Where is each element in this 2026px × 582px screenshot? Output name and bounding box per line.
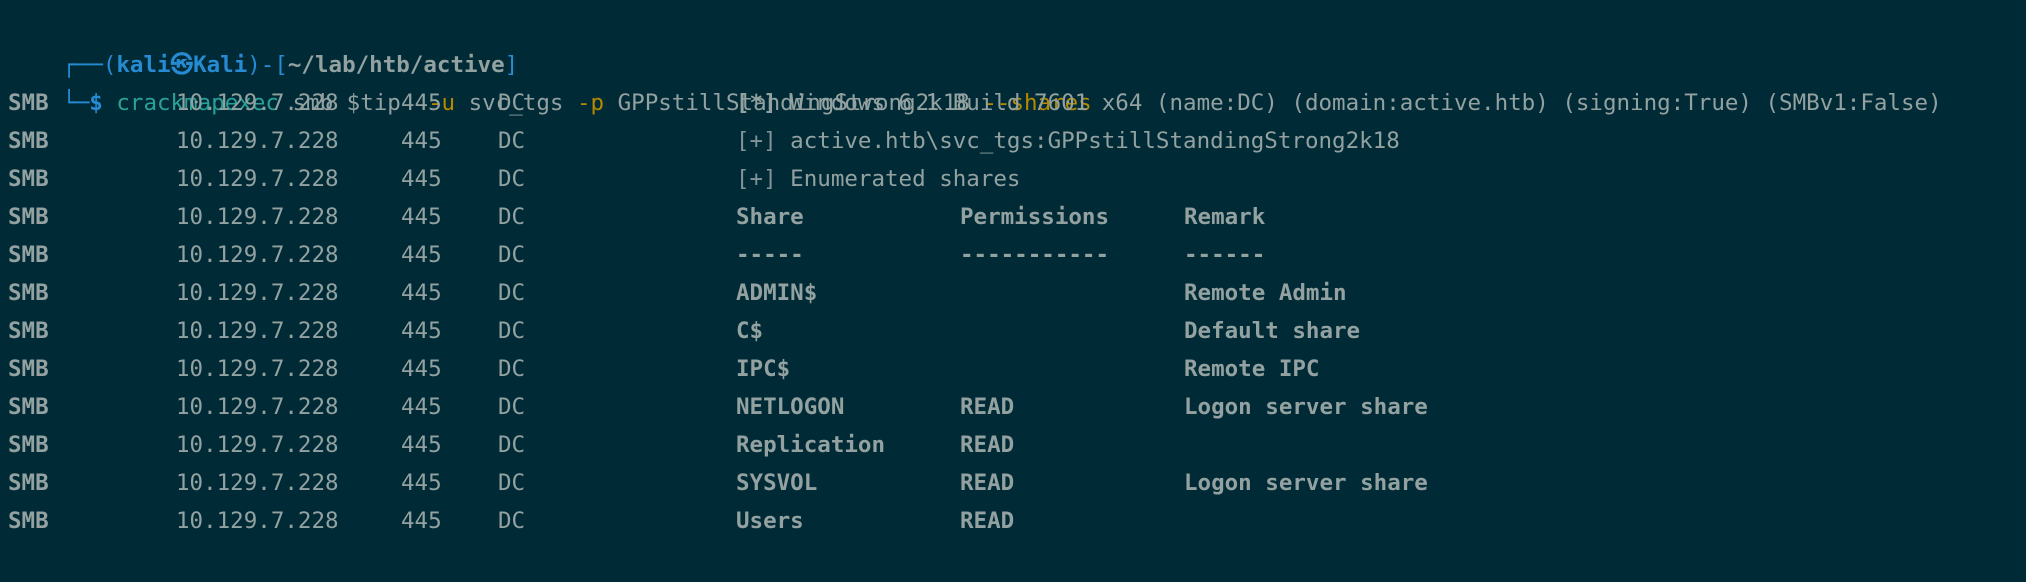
port: 445 — [401, 318, 442, 344]
protocol-label: SMB — [8, 128, 49, 154]
ip-address: 10.129.7.228 — [176, 166, 339, 192]
hostname: DC — [498, 394, 526, 420]
hostname: DC — [498, 280, 526, 306]
port: 445 — [401, 90, 442, 116]
share-table-header-row: SMB 10.129.7.228 445 DC Share Permission… — [8, 198, 2018, 236]
hostname: DC — [498, 166, 526, 192]
protocol-label: SMB — [8, 508, 49, 534]
command-line[interactable]: └─$ crackmapexec smb $tip -u svc_tgs -p … — [8, 46, 1092, 116]
share-remark: Logon server share — [1184, 470, 1428, 496]
share-permissions: READ — [960, 394, 1015, 420]
port: 445 — [401, 204, 442, 230]
share-name: NETLOGON — [736, 394, 845, 420]
divider-remark: ------ — [1184, 242, 1266, 268]
share-row: SMB 10.129.7.228 445 DC NETLOGON READ Lo… — [8, 388, 2018, 426]
protocol-label: SMB — [8, 394, 49, 420]
share-remark: Default share — [1184, 318, 1361, 344]
message: [+] active.htb\svc_tgs:GPPstillStandingS… — [736, 122, 1400, 160]
share-table-divider-row: SMB 10.129.7.228 445 DC ----- ----------… — [8, 236, 2018, 274]
share-permissions: READ — [960, 432, 1015, 458]
share-name: SYSVOL — [736, 470, 818, 496]
hostname: DC — [498, 432, 526, 458]
ip-address: 10.129.7.228 — [176, 90, 339, 116]
hostname: DC — [498, 204, 526, 230]
share-name: Replication — [736, 432, 886, 458]
terminal-window[interactable]: ┌──(kali㉿Kali)-[~/lab/htb/active] └─$ cr… — [0, 0, 2026, 582]
ip-address: 10.129.7.228 — [176, 204, 339, 230]
hostname: DC — [498, 242, 526, 268]
ip-address: 10.129.7.228 — [176, 242, 339, 268]
share-name: Users — [736, 508, 804, 534]
protocol-label: SMB — [8, 470, 49, 496]
divider-share: ----- — [736, 242, 804, 268]
ip-address: 10.129.7.228 — [176, 432, 339, 458]
share-remark: Remote IPC — [1184, 356, 1320, 382]
divider-permissions: ----------- — [960, 242, 1110, 268]
hostname: DC — [498, 508, 526, 534]
output-row: SMB 10.129.7.228 445 DC [+] active.htb\s… — [8, 122, 2018, 160]
ip-address: 10.129.7.228 — [176, 470, 339, 496]
share-row: SMB 10.129.7.228 445 DC ADMIN$ Remote Ad… — [8, 274, 2018, 312]
protocol-label: SMB — [8, 166, 49, 192]
protocol-label: SMB — [8, 90, 49, 116]
share-row: SMB 10.129.7.228 445 DC Users READ — [8, 502, 2018, 540]
share-permissions: READ — [960, 508, 1015, 534]
port: 445 — [401, 356, 442, 382]
port: 445 — [401, 508, 442, 534]
ip-address: 10.129.7.228 — [176, 394, 339, 420]
share-row: SMB 10.129.7.228 445 DC Replication READ — [8, 426, 2018, 464]
hostname: DC — [498, 356, 526, 382]
output-row: SMB 10.129.7.228 445 DC [*] Windows 6.1 … — [8, 84, 2018, 122]
protocol-label: SMB — [8, 432, 49, 458]
share-remark: Logon server share — [1184, 394, 1428, 420]
share-name: ADMIN$ — [736, 280, 818, 306]
ip-address: 10.129.7.228 — [176, 128, 339, 154]
port: 445 — [401, 128, 442, 154]
column-header-permissions: Permissions — [960, 204, 1110, 230]
protocol-label: SMB — [8, 280, 49, 306]
status-tag: [+] — [736, 128, 777, 154]
message-text: Enumerated shares — [776, 166, 1021, 192]
share-row: SMB 10.129.7.228 445 DC C$ Default share — [8, 312, 2018, 350]
share-permissions: READ — [960, 470, 1015, 496]
column-header-remark: Remark — [1184, 204, 1266, 230]
port: 445 — [401, 394, 442, 420]
port: 445 — [401, 166, 442, 192]
ip-address: 10.129.7.228 — [176, 508, 339, 534]
hostname: DC — [498, 470, 526, 496]
protocol-label: SMB — [8, 356, 49, 382]
port: 445 — [401, 280, 442, 306]
message-text: Windows 6.1 Build 7601 x64 (name:DC) (do… — [776, 90, 1942, 116]
hostname: DC — [498, 90, 526, 116]
share-remark: Remote Admin — [1184, 280, 1347, 306]
ip-address: 10.129.7.228 — [176, 318, 339, 344]
port: 445 — [401, 242, 442, 268]
message: [*] Windows 6.1 Build 7601 x64 (name:DC)… — [736, 84, 1942, 122]
ip-address: 10.129.7.228 — [176, 356, 339, 382]
protocol-label: SMB — [8, 242, 49, 268]
protocol-label: SMB — [8, 204, 49, 230]
prompt-line-1: ┌──(kali㉿Kali)-[~/lab/htb/active] — [8, 8, 518, 78]
message-text: active.htb\svc_tgs:GPPstillStandingStron… — [776, 128, 1400, 154]
hostname: DC — [498, 128, 526, 154]
share-row: SMB 10.129.7.228 445 DC SYSVOL READ Logo… — [8, 464, 2018, 502]
message: [+] Enumerated shares — [736, 160, 1020, 198]
ip-address: 10.129.7.228 — [176, 280, 339, 306]
protocol-label: SMB — [8, 318, 49, 344]
status-tag: [*] — [736, 90, 777, 116]
port: 445 — [401, 432, 442, 458]
column-header-share: Share — [736, 204, 804, 230]
status-tag: [+] — [736, 166, 777, 192]
share-name: IPC$ — [736, 356, 791, 382]
share-name: C$ — [736, 318, 764, 344]
share-row: SMB 10.129.7.228 445 DC IPC$ Remote IPC — [8, 350, 2018, 388]
hostname: DC — [498, 318, 526, 344]
output-row: SMB 10.129.7.228 445 DC [+] Enumerated s… — [8, 160, 2018, 198]
port: 445 — [401, 470, 442, 496]
